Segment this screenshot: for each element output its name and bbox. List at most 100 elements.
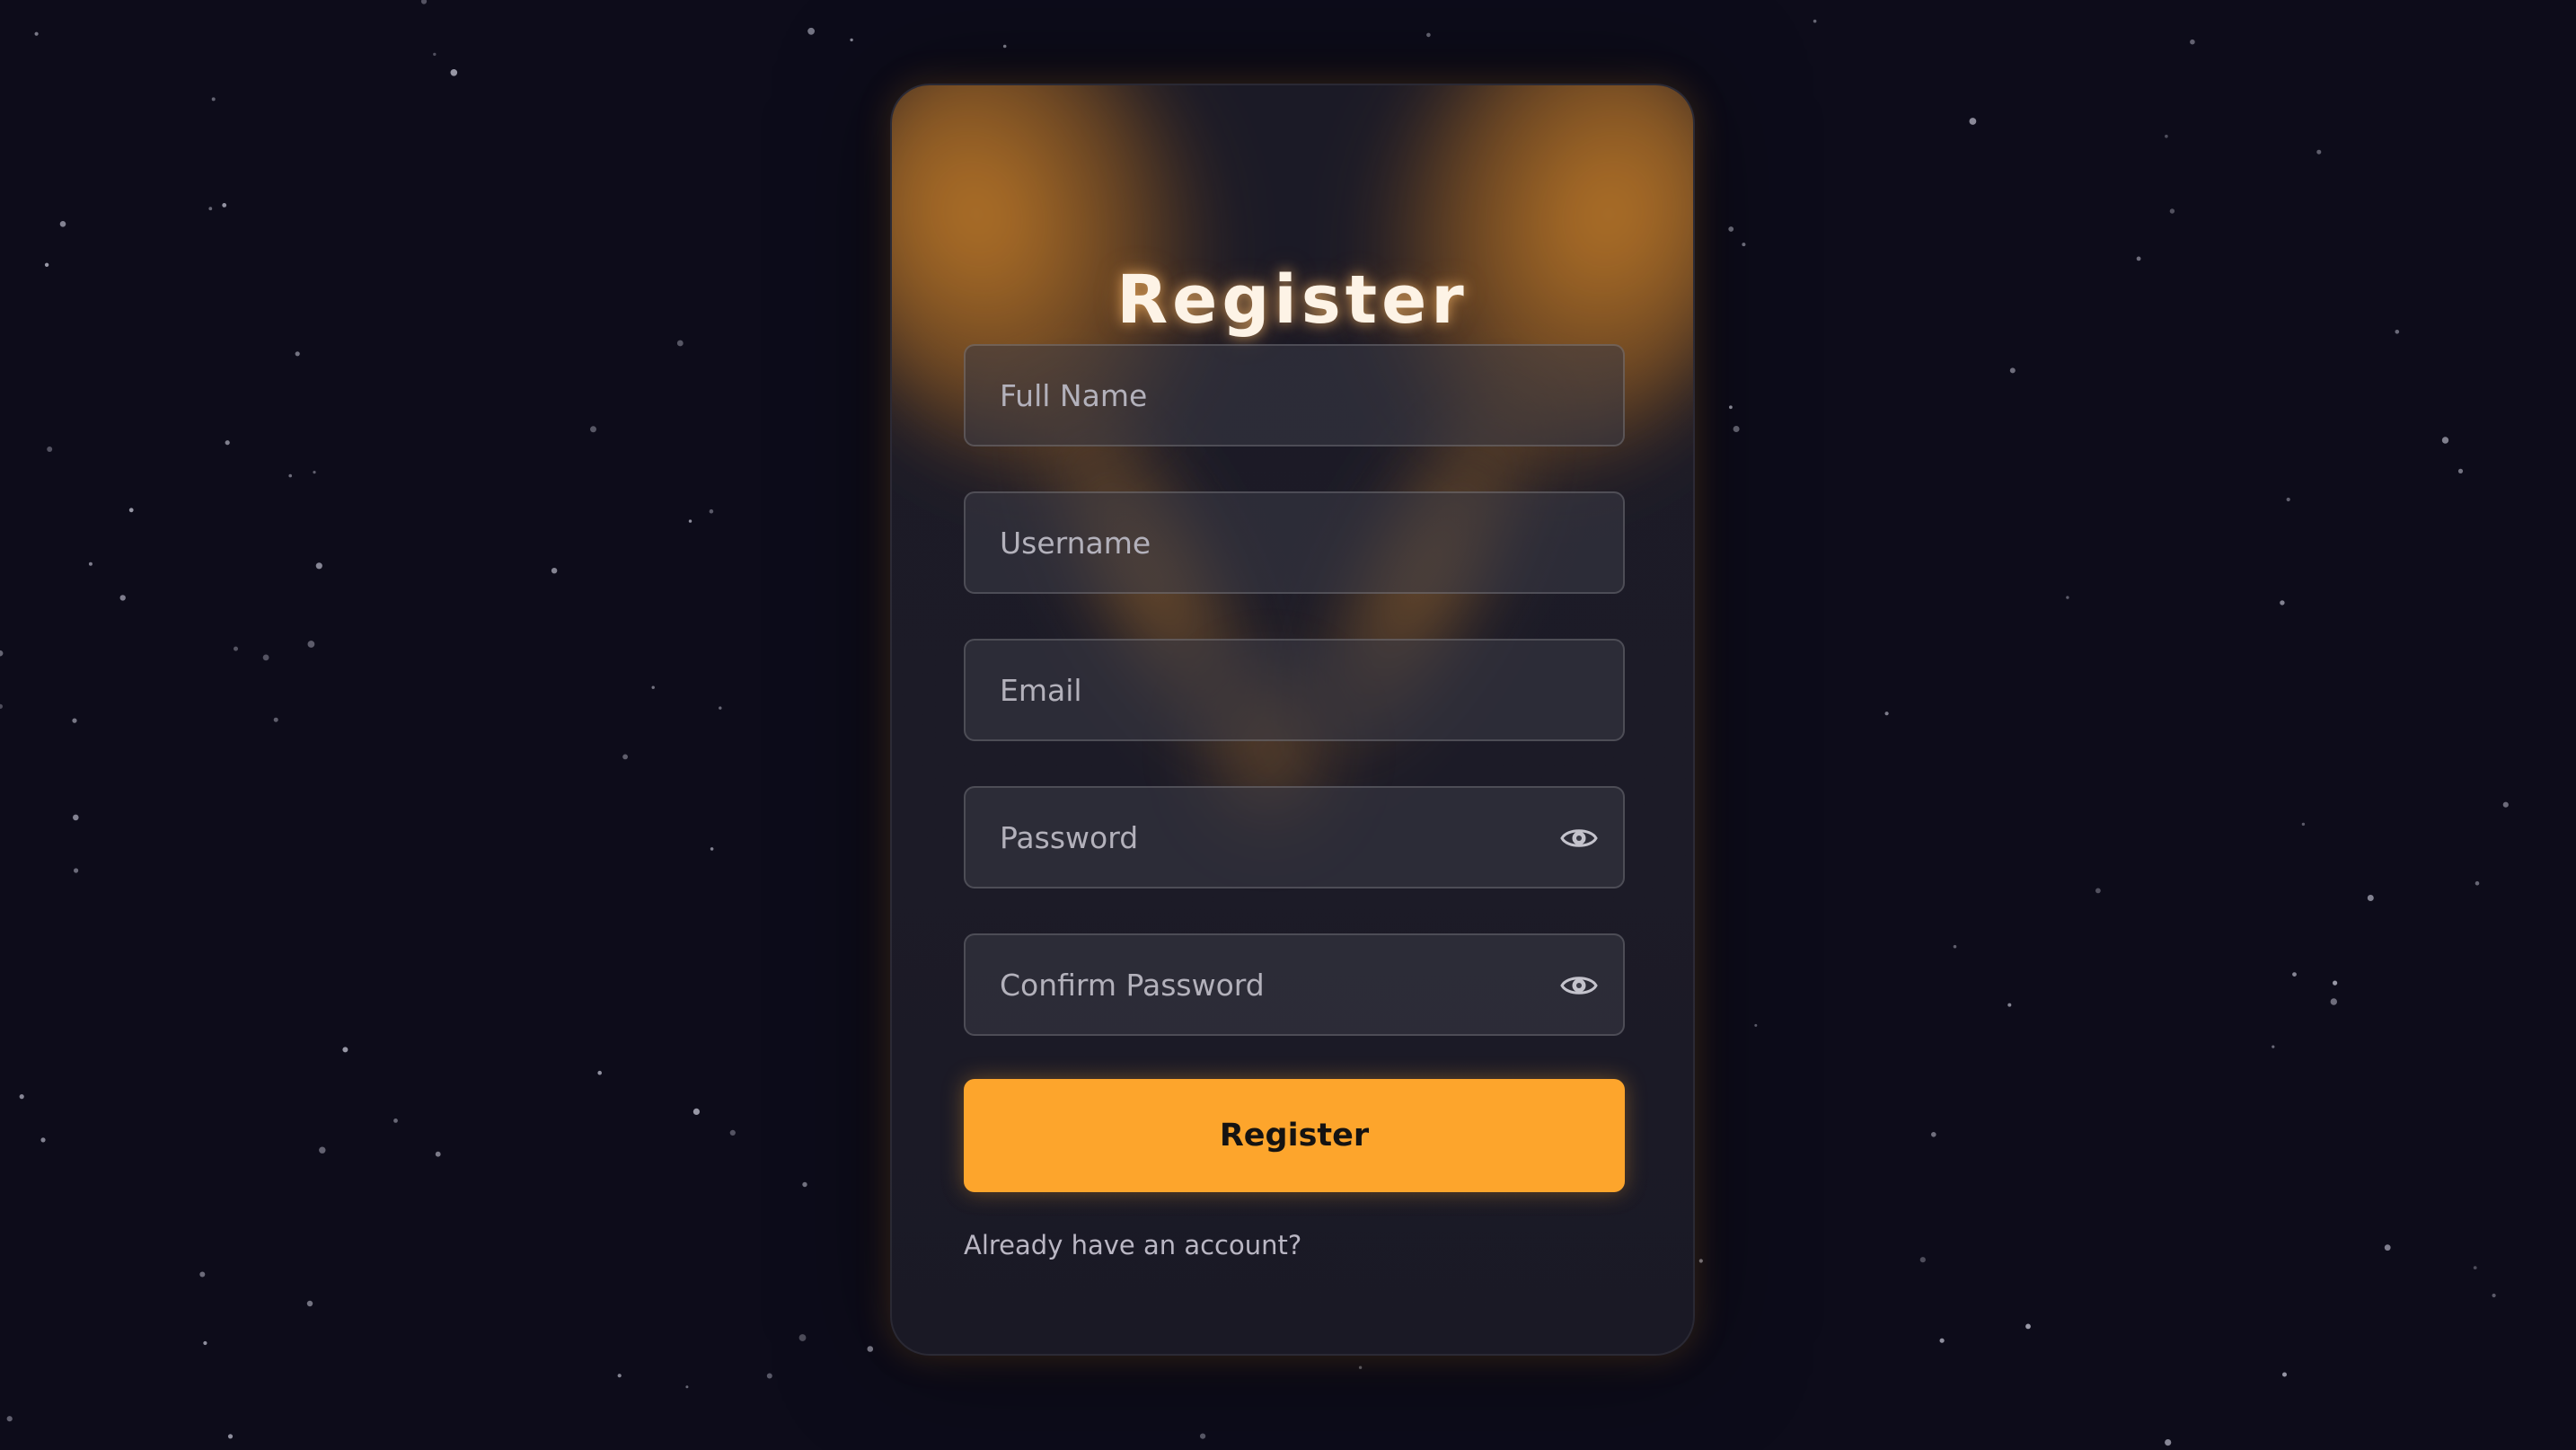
star: [2165, 134, 2168, 138]
star: [709, 508, 714, 514]
star: [2169, 208, 2175, 214]
star: [234, 646, 238, 651]
star: [1953, 944, 1957, 949]
email-field: [964, 639, 1625, 741]
star: [2190, 39, 2195, 45]
star: [1733, 426, 1740, 432]
password-field: [964, 786, 1625, 889]
star: [1002, 44, 1007, 49]
star: [850, 38, 853, 42]
star: [867, 1346, 874, 1352]
star: [2282, 1372, 2287, 1377]
password-input[interactable]: [966, 788, 1623, 887]
star: [729, 1129, 736, 1136]
star: [393, 1118, 398, 1123]
star: [651, 685, 655, 689]
star: [622, 754, 628, 760]
star: [2292, 972, 2297, 977]
star: [2384, 1244, 2391, 1251]
star: [1919, 1257, 1926, 1263]
star: [74, 868, 79, 873]
page-background: Register Register: [0, 0, 2576, 1450]
star: [2095, 888, 2101, 894]
star: [1200, 1433, 1206, 1439]
star: [1813, 19, 1817, 23]
star: [450, 69, 458, 76]
star: [597, 1070, 602, 1075]
eye-icon[interactable]: [1560, 969, 1598, 1002]
star: [2025, 1323, 2031, 1330]
star: [2473, 1266, 2477, 1269]
register-card: Register Register: [890, 84, 1695, 1356]
username-field: [964, 491, 1625, 594]
star: [2333, 980, 2338, 986]
star: [0, 650, 4, 657]
star: [420, 0, 428, 4]
star: [2009, 367, 2016, 374]
star: [590, 426, 596, 433]
star: [1698, 1259, 1703, 1263]
star: [1754, 1023, 1758, 1027]
star: [2316, 149, 2322, 155]
star: [6, 1416, 13, 1422]
star: [2007, 1003, 2012, 1007]
star: [2136, 256, 2141, 261]
star: [2301, 822, 2306, 827]
star: [225, 440, 230, 446]
star: [342, 1047, 348, 1053]
star: [19, 1094, 24, 1100]
star: [315, 562, 322, 570]
star: [72, 718, 77, 723]
star: [1729, 405, 1733, 410]
star: [295, 351, 300, 357]
star: [807, 27, 815, 35]
star: [1728, 226, 1734, 232]
star: [2286, 497, 2290, 502]
star: [1931, 1132, 1936, 1137]
star: [2475, 880, 2480, 886]
star: [688, 519, 693, 523]
star: [676, 340, 684, 347]
star: [288, 473, 293, 478]
star: [222, 203, 227, 208]
fullname-field: [964, 344, 1625, 446]
star: [685, 1385, 689, 1389]
confirm-password-input[interactable]: [966, 935, 1623, 1034]
star: [433, 52, 437, 57]
star: [1742, 243, 1746, 247]
star: [1939, 1338, 1945, 1343]
login-link[interactable]: Already have an account?: [964, 1230, 1301, 1260]
star: [551, 568, 558, 574]
email-input[interactable]: [966, 641, 1623, 739]
eye-icon[interactable]: [1560, 822, 1598, 854]
star: [313, 471, 316, 474]
star: [2502, 801, 2509, 808]
star: [227, 1434, 234, 1439]
star: [2272, 1045, 2275, 1048]
star: [435, 1151, 441, 1157]
star: [73, 814, 79, 821]
star: [203, 1340, 207, 1346]
register-button[interactable]: Register: [964, 1079, 1625, 1192]
star: [34, 31, 39, 36]
fullname-input[interactable]: [966, 346, 1623, 445]
star: [0, 703, 3, 709]
star: [306, 1300, 313, 1307]
username-input[interactable]: [966, 493, 1623, 592]
star: [44, 262, 49, 267]
confirm-password-field: [964, 933, 1625, 1036]
star: [710, 847, 714, 851]
star: [307, 641, 315, 648]
star: [719, 706, 722, 710]
star: [199, 1271, 206, 1278]
star: [59, 221, 66, 227]
star: [798, 1334, 807, 1341]
star: [319, 1146, 326, 1154]
star: [2395, 330, 2400, 334]
star: [211, 97, 216, 102]
star: [128, 508, 134, 513]
star: [1426, 32, 1431, 38]
star: [2457, 468, 2464, 474]
star: [47, 446, 53, 452]
star: [40, 1137, 46, 1143]
